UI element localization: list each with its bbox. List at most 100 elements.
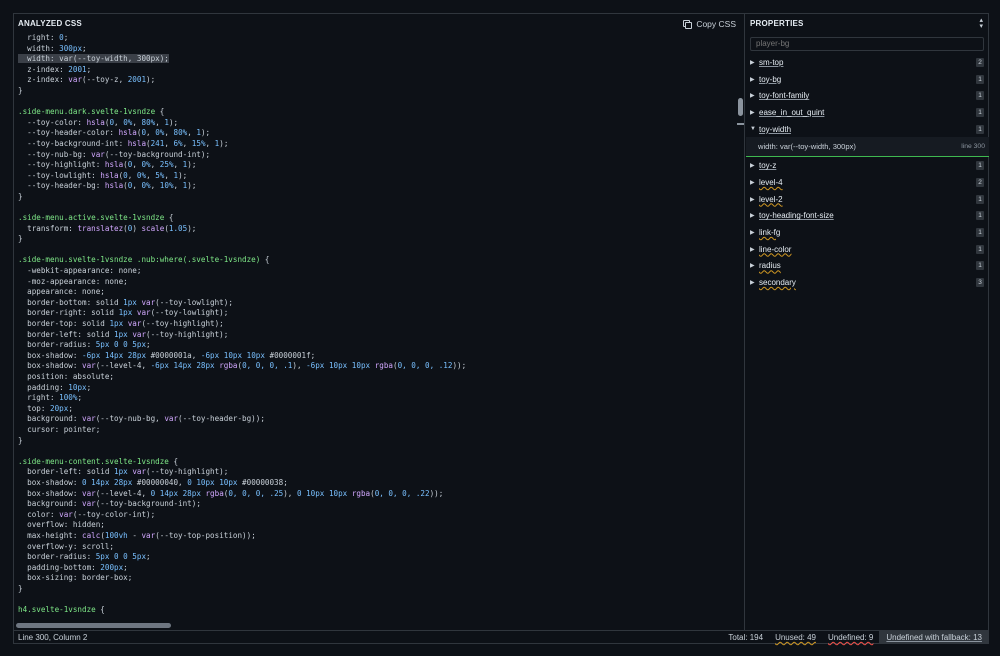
code-line[interactable]: background: var(--toy-nub-bg, var(--toy-… <box>18 414 736 425</box>
code-line[interactable]: cursor: pointer; <box>18 425 736 436</box>
code-line[interactable]: z-index: 2001; <box>18 65 736 76</box>
code-content[interactable]: right: 0; width: 300px; width: var(--toy… <box>14 33 736 616</box>
code-token: 2001 <box>127 75 147 85</box>
code-token: top: <box>18 403 51 413</box>
code-token: } <box>18 435 23 445</box>
code-line[interactable]: --toy-highlight: hsla(0, 0%, 25%, 1); <box>18 160 736 171</box>
code-line[interactable] <box>18 594 736 605</box>
code-line[interactable]: .side-menu.dark.svelte-1vsndze { <box>18 107 736 118</box>
code-line[interactable]: max-height: calc(100vh - var(--toy-top-p… <box>18 531 736 542</box>
code-line[interactable]: -moz-appearance: none; <box>18 277 736 288</box>
property-item-level-4[interactable]: ▶ level-4 2 <box>746 174 989 191</box>
code-line[interactable]: border-top: solid 1px var(--toy-highligh… <box>18 319 736 330</box>
property-item-level-2[interactable]: ▶ level-2 1 <box>746 191 989 208</box>
code-line[interactable]: overflow-y: scroll; <box>18 542 736 553</box>
property-item-radius[interactable]: ▶ radius 1 <box>746 258 989 275</box>
unused-count[interactable]: Unused: 49 <box>769 631 822 644</box>
code-line[interactable]: box-shadow: 0 14px 28px #00000040, 0 10p… <box>18 478 736 489</box>
code-token: h4.svelte-1vsndze <box>18 605 96 615</box>
code-token: } <box>18 191 23 201</box>
code-line[interactable]: --toy-background-int: hsla(241, 6%, 15%,… <box>18 139 736 150</box>
analyzed-css-header: ANALYZED CSS Copy CSS <box>14 14 744 33</box>
code-line[interactable] <box>18 97 736 108</box>
code-line[interactable]: z-index: var(--toy-z, 2001); <box>18 75 736 86</box>
code-line[interactable]: .side-menu-content.svelte-1vsndze { <box>18 457 736 468</box>
code-line[interactable]: right: 0; <box>18 33 736 44</box>
code-line[interactable]: box-sizing: border-box; <box>18 573 736 584</box>
caret-right-icon: ▶ <box>750 280 755 287</box>
property-item-toy-width[interactable]: ▼ toy-width 1 <box>746 121 989 138</box>
code-line[interactable]: --toy-nub-bg: var(--toy-background-int); <box>18 150 736 161</box>
code-line[interactable]: color: var(--toy-color-int); <box>18 510 736 521</box>
usage-count-badge: 1 <box>976 107 984 117</box>
code-line[interactable]: --toy-header-bg: hsla(0, 0%, 10%, 1); <box>18 181 736 192</box>
code-token: 1px <box>118 308 133 318</box>
code-line[interactable]: } <box>18 234 736 245</box>
property-item-secondary[interactable]: ▶ secondary 3 <box>746 274 989 291</box>
code-token: hsla <box>118 128 137 138</box>
code-line[interactable]: box-shadow: var(--level-4, -6px 14px 28p… <box>18 361 736 372</box>
property-item-toy-heading-font-size[interactable]: ▶ toy-heading-font-size 1 <box>746 208 989 225</box>
undefined-fallback-count[interactable]: Undefined with fallback: 13 <box>879 631 989 644</box>
copy-css-button[interactable]: Copy CSS <box>683 19 736 29</box>
property-usage-detail[interactable]: width: var(--toy-width, 300px) line 300 <box>746 137 989 158</box>
code-line[interactable]: border-right: solid 1px var(--toy-lowlig… <box>18 308 736 319</box>
code-line[interactable]: .side-menu.svelte-1vsndze .nub:where(.sv… <box>18 255 736 266</box>
code-line[interactable]: --toy-color: hsla(0, 0%, 80%, 1); <box>18 118 736 129</box>
code-token: (--level-4, <box>95 488 151 498</box>
code-line[interactable]: padding-bottom: 200px; <box>18 563 736 574</box>
code-line[interactable]: .side-menu.active.svelte-1vsndze { <box>18 213 736 224</box>
code-token: (--toy-background-int); <box>104 149 211 159</box>
total-count[interactable]: Total: 194 <box>722 631 769 644</box>
code-line[interactable]: border-left: solid 1px var(--toy-highlig… <box>18 467 736 478</box>
code-line[interactable]: border-bottom: solid 1px var(--toy-lowli… <box>18 298 736 309</box>
property-item-link-fg[interactable]: ▶ link-fg 1 <box>746 224 989 241</box>
property-name: toy-z <box>759 161 777 171</box>
code-editor[interactable]: right: 0; width: 300px; width: var(--toy… <box>14 33 736 620</box>
code-line[interactable]: --toy-lowlight: hsla(0, 0%, 5%, 1); <box>18 171 736 182</box>
property-search-input[interactable] <box>750 36 984 51</box>
code-line[interactable]: } <box>18 86 736 97</box>
code-line[interactable] <box>18 203 736 214</box>
code-line[interactable]: box-shadow: var(--level-4, 0 14px 28px r… <box>18 489 736 500</box>
code-line[interactable]: appearance: none; <box>18 287 736 298</box>
code-line[interactable] <box>18 446 736 457</box>
code-line[interactable]: } <box>18 436 736 447</box>
code-line[interactable]: } <box>18 192 736 203</box>
code-line[interactable]: padding: 10px; <box>18 383 736 394</box>
horizontal-scrollbar-thumb[interactable] <box>16 623 171 628</box>
code-line[interactable]: position: absolute; <box>18 372 736 383</box>
property-item-ease_in_out_quint[interactable]: ▶ ease_in_out_quint 1 <box>746 104 989 121</box>
code-line[interactable]: transform: translatez(0) scale(1.05); <box>18 224 736 235</box>
undefined-count[interactable]: Undefined: 9 <box>822 631 879 644</box>
app-frame: ANALYZED CSS Copy CSS right: 0; width: 3… <box>13 13 989 644</box>
vertical-scrollbar-thumb[interactable] <box>738 98 743 116</box>
code-line[interactable]: top: 20px; <box>18 404 736 415</box>
code-line[interactable]: h4.svelte-1vsndze { <box>18 605 736 616</box>
code-line[interactable]: border-radius: 5px 0 0 5px; <box>18 552 736 563</box>
property-item-sm-top[interactable]: ▶ sm-top 2 <box>746 54 989 71</box>
code-line[interactable]: right: 100%; <box>18 393 736 404</box>
code-line[interactable]: --toy-header-color: hsla(0, 0%, 80%, 1); <box>18 128 736 139</box>
property-item-line-color[interactable]: ▶ line-color 1 <box>746 241 989 258</box>
code-line[interactable]: -webkit-appearance: none; <box>18 266 736 277</box>
code-line[interactable]: background: var(--toy-background-int); <box>18 499 736 510</box>
code-line[interactable]: width: var(--toy-width, 300px); <box>18 54 736 65</box>
code-token: ), <box>283 488 297 498</box>
code-line[interactable]: border-radius: 5px 0 0 5px; <box>18 340 736 351</box>
code-line[interactable]: border-left: solid 1px var(--toy-highlig… <box>18 330 736 341</box>
vertical-scrollbar[interactable] <box>737 33 744 630</box>
property-item-toy-z[interactable]: ▶ toy-z 1 <box>746 157 989 174</box>
code-line[interactable]: } <box>18 584 736 595</box>
code-line[interactable]: width: 300px; <box>18 44 736 55</box>
usage-line-ref[interactable]: line 300 <box>961 143 985 150</box>
property-item-toy-font-family[interactable]: ▶ toy-font-family 1 <box>746 87 989 104</box>
code-line[interactable]: box-shadow: -6px 14px 28px #0000001a, -6… <box>18 351 736 362</box>
code-line[interactable] <box>18 245 736 256</box>
sort-arrows-icon[interactable]: ▴ ▾ <box>979 17 983 30</box>
code-line[interactable]: overflow: hidden; <box>18 520 736 531</box>
code-token: border-right: solid <box>18 308 119 318</box>
code-token: , <box>173 160 183 170</box>
horizontal-scrollbar[interactable] <box>14 622 736 629</box>
property-item-toy-bg[interactable]: ▶ toy-bg 1 <box>746 71 989 88</box>
